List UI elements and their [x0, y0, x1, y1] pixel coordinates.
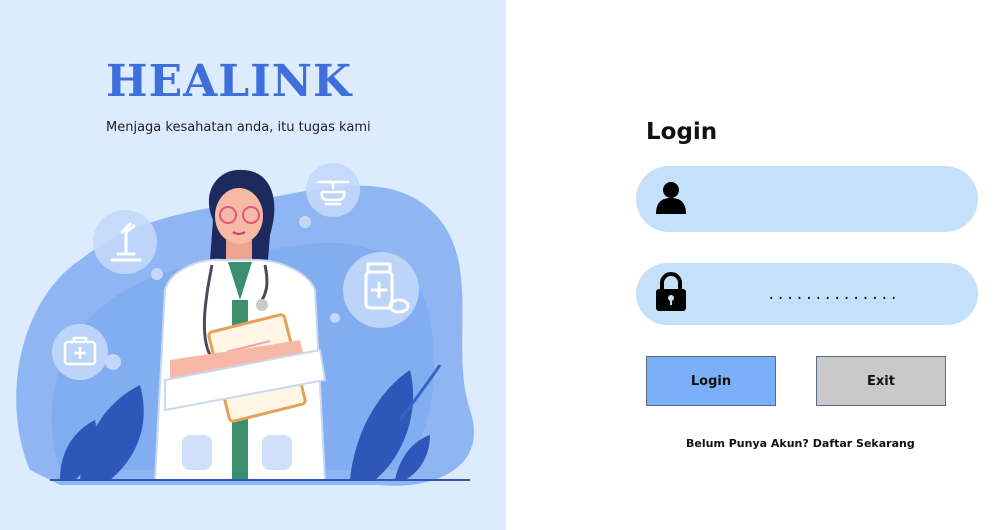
- medicine-bottle-icon: [343, 252, 419, 328]
- brand-tagline: Menjaga kesahatan anda, itu tugas kami: [106, 120, 371, 135]
- doctor-illustration: [16, 163, 474, 486]
- login-button[interactable]: Login: [646, 356, 776, 406]
- exit-button[interactable]: Exit: [816, 356, 946, 406]
- brand-logo: HEALINK: [106, 56, 353, 107]
- lock-icon: [656, 272, 686, 311]
- brand-panel: HEALINK Menjaga kesahatan anda, itu tuga…: [0, 0, 506, 530]
- first-aid-kit-icon: [52, 324, 108, 380]
- password-input[interactable]: [706, 263, 960, 327]
- password-field[interactable]: [636, 263, 978, 327]
- microscope-icon: [93, 210, 157, 274]
- helicopter-icon: [306, 163, 360, 217]
- register-prompt-text: Belum Punya Akun?: [686, 437, 809, 450]
- username-input[interactable]: [706, 166, 960, 234]
- register-link[interactable]: Daftar Sekarang: [813, 437, 915, 450]
- username-field[interactable]: [636, 166, 978, 234]
- register-prompt: Belum Punya Akun? Daftar Sekarang: [686, 437, 915, 450]
- user-icon: [656, 182, 686, 214]
- login-title: Login: [646, 119, 718, 145]
